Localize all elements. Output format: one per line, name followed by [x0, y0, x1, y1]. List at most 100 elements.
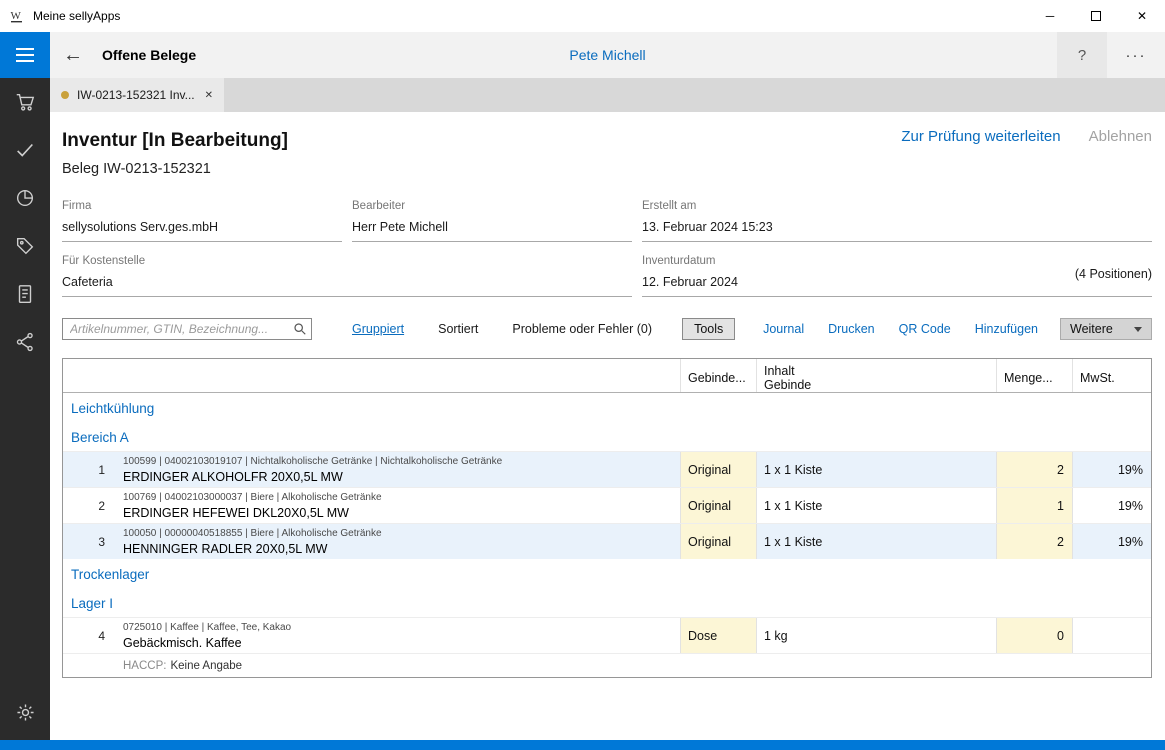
article-meta: 0725010 | Kaffee | Kaffee, Tee, Kakao [123, 621, 680, 634]
help-icon: ? [1078, 47, 1086, 64]
subgroup-header-label: Bereich A [71, 430, 129, 445]
field-inventurdatum: Inventurdatum 12. Februar 2024 (4 Positi… [642, 254, 1152, 297]
inhalt-cell: 1 x 1 Kiste [756, 524, 996, 559]
journal-link[interactable]: Journal [763, 322, 804, 336]
search-icon[interactable] [293, 322, 307, 336]
menu-button[interactable] [0, 32, 50, 78]
header-inhalt-line1: Inhalt [764, 364, 795, 378]
sorted-toggle[interactable]: Sortiert [438, 322, 478, 336]
qr-code-link[interactable]: QR Code [899, 322, 951, 336]
menge-cell[interactable]: 2 [996, 524, 1072, 559]
help-button[interactable]: ? [1057, 32, 1107, 78]
sidebar-item-settings[interactable] [0, 688, 50, 736]
hamburger-icon [16, 44, 34, 66]
table-row[interactable]: 1 100599 | 04002103019107 | Nichtalkohol… [63, 451, 1151, 487]
left-sidebar [0, 32, 50, 740]
positions-count: (4 Positionen) [1075, 267, 1152, 281]
bottom-accent-bar [0, 740, 1165, 750]
minimize-button[interactable]: ─ [1027, 0, 1073, 32]
field-value: 13. Februar 2024 15:23 [642, 220, 1152, 235]
row-number: 3 [63, 524, 113, 559]
document-subtitle: Beleg IW-0213-152321 [62, 160, 1152, 179]
menge-cell[interactable]: 1 [996, 488, 1072, 523]
sidebar-item-cart[interactable] [0, 78, 50, 126]
grouped-toggle[interactable]: Gruppiert [352, 322, 404, 336]
article-name: Gebäckmisch. Kaffee [123, 635, 680, 651]
journal-icon [14, 283, 36, 305]
list-toolbar: Gruppiert Sortiert Probleme oder Fehler … [62, 317, 1152, 341]
article-name: ERDINGER ALKOHOLFR 20X0,5L MW [123, 469, 680, 485]
back-arrow-icon: ← [63, 44, 83, 67]
subgroup-header-lager-i[interactable]: Lager I [63, 588, 1151, 617]
tab-close-icon[interactable]: ✕ [205, 90, 213, 101]
app-command-bar: ← Offene Belege Pete Michell ? ··· [50, 32, 1165, 78]
field-label: Erstellt am [642, 199, 1152, 213]
sidebar-item-prices[interactable] [0, 222, 50, 270]
article-meta: 100769 | 04002103000037 | Biere | Alkoho… [123, 491, 680, 504]
window-titlebar: W Meine sellyApps ─ ✕ [0, 0, 1165, 32]
cart-icon [14, 91, 36, 113]
sidebar-item-reports[interactable] [0, 174, 50, 222]
fields-row-1: Firma sellysolutions Serv.ges.mbH Bearbe… [62, 199, 1152, 242]
row-number: 1 [63, 452, 113, 487]
header-inhalt-gebinde[interactable]: Inhalt Gebinde [756, 359, 996, 392]
ellipsis-icon: ··· [1126, 47, 1147, 64]
gebinde-cell[interactable]: Original [680, 452, 756, 487]
user-name: Pete Michell [50, 47, 1165, 63]
back-button[interactable]: ← [50, 32, 96, 78]
svg-text:W: W [11, 10, 22, 22]
haccp-note-label: HACCP: [123, 660, 166, 672]
maximize-icon [1091, 11, 1101, 21]
article-meta: 100599 | 04002103019107 | Nichtalkoholis… [123, 455, 680, 468]
document-actions: Zur Prüfung weiterleiten Ablehnen [901, 128, 1152, 145]
article-cell: 0725010 | Kaffee | Kaffee, Tee, Kakao Ge… [113, 618, 680, 653]
reject-button[interactable]: Ablehnen [1089, 128, 1152, 145]
sidebar-item-journal[interactable] [0, 270, 50, 318]
add-link[interactable]: Hinzufügen [975, 322, 1038, 336]
header-gebinde[interactable]: Gebinde... [680, 359, 756, 392]
gebinde-cell[interactable]: Original [680, 488, 756, 523]
search-input[interactable] [62, 318, 312, 340]
article-cell: 100050 | 00000040518855 | Biere | Alkoho… [113, 524, 680, 559]
menge-cell[interactable]: 2 [996, 452, 1072, 487]
field-bearbeiter: Bearbeiter Herr Pete Michell [352, 199, 632, 242]
header-menge[interactable]: Menge... [996, 359, 1072, 392]
gebinde-cell[interactable]: Original [680, 524, 756, 559]
header-number [63, 359, 113, 392]
table-row[interactable]: 4 0725010 | Kaffee | Kaffee, Tee, Kakao … [63, 617, 1151, 653]
table-row[interactable]: 3 100050 | 00000040518855 | Biere | Alko… [63, 523, 1151, 559]
more-dropdown-label: Weitere [1070, 322, 1113, 336]
table-row[interactable]: 2 100769 | 04002103000037 | Biere | Alko… [63, 487, 1151, 523]
header-mwst[interactable]: MwSt. [1072, 359, 1151, 392]
maximize-button[interactable] [1073, 0, 1119, 32]
group-header-leichtkuehlung[interactable]: Leichtkühlung [63, 393, 1151, 422]
field-kostenstelle: Für Kostenstelle Cafeteria [62, 254, 632, 297]
forward-for-review-button[interactable]: Zur Prüfung weiterleiten [901, 128, 1060, 145]
sidebar-item-tasks[interactable] [0, 126, 50, 174]
pie-chart-icon [14, 187, 36, 209]
document-content: Inventur [In Bearbeitung] Zur Prüfung we… [50, 112, 1165, 740]
group-header-label: Trockenlager [71, 567, 149, 582]
sidebar-item-share[interactable] [0, 318, 50, 366]
fields-row-2: Für Kostenstelle Cafeteria Inventurdatum… [62, 254, 1152, 297]
close-button[interactable]: ✕ [1119, 0, 1165, 32]
row-number: 2 [63, 488, 113, 523]
row-number: 4 [63, 618, 113, 653]
print-link[interactable]: Drucken [828, 322, 875, 336]
inhalt-cell: 1 kg [756, 618, 996, 653]
settings-gear-icon [15, 702, 36, 723]
appbar-more-button[interactable]: ··· [1107, 32, 1165, 78]
problems-filter[interactable]: Probleme oder Fehler (0) [512, 322, 652, 336]
more-dropdown-button[interactable]: Weitere [1060, 318, 1152, 340]
field-value: sellysolutions Serv.ges.mbH [62, 220, 342, 235]
tools-button[interactable]: Tools [682, 318, 735, 340]
tab-inventur[interactable]: IW-0213-152321 Inv... ✕ [50, 78, 224, 112]
gebinde-cell[interactable]: Dose [680, 618, 756, 653]
article-meta: 100050 | 00000040518855 | Biere | Alkoho… [123, 527, 680, 540]
inhalt-cell: 1 x 1 Kiste [756, 488, 996, 523]
menge-cell[interactable]: 0 [996, 618, 1072, 653]
tag-icon [14, 235, 36, 257]
article-name: ERDINGER HEFEWEI DKL20X0,5L MW [123, 505, 680, 521]
group-header-trockenlager[interactable]: Trockenlager [63, 559, 1151, 588]
subgroup-header-bereich-a[interactable]: Bereich A [63, 422, 1151, 451]
